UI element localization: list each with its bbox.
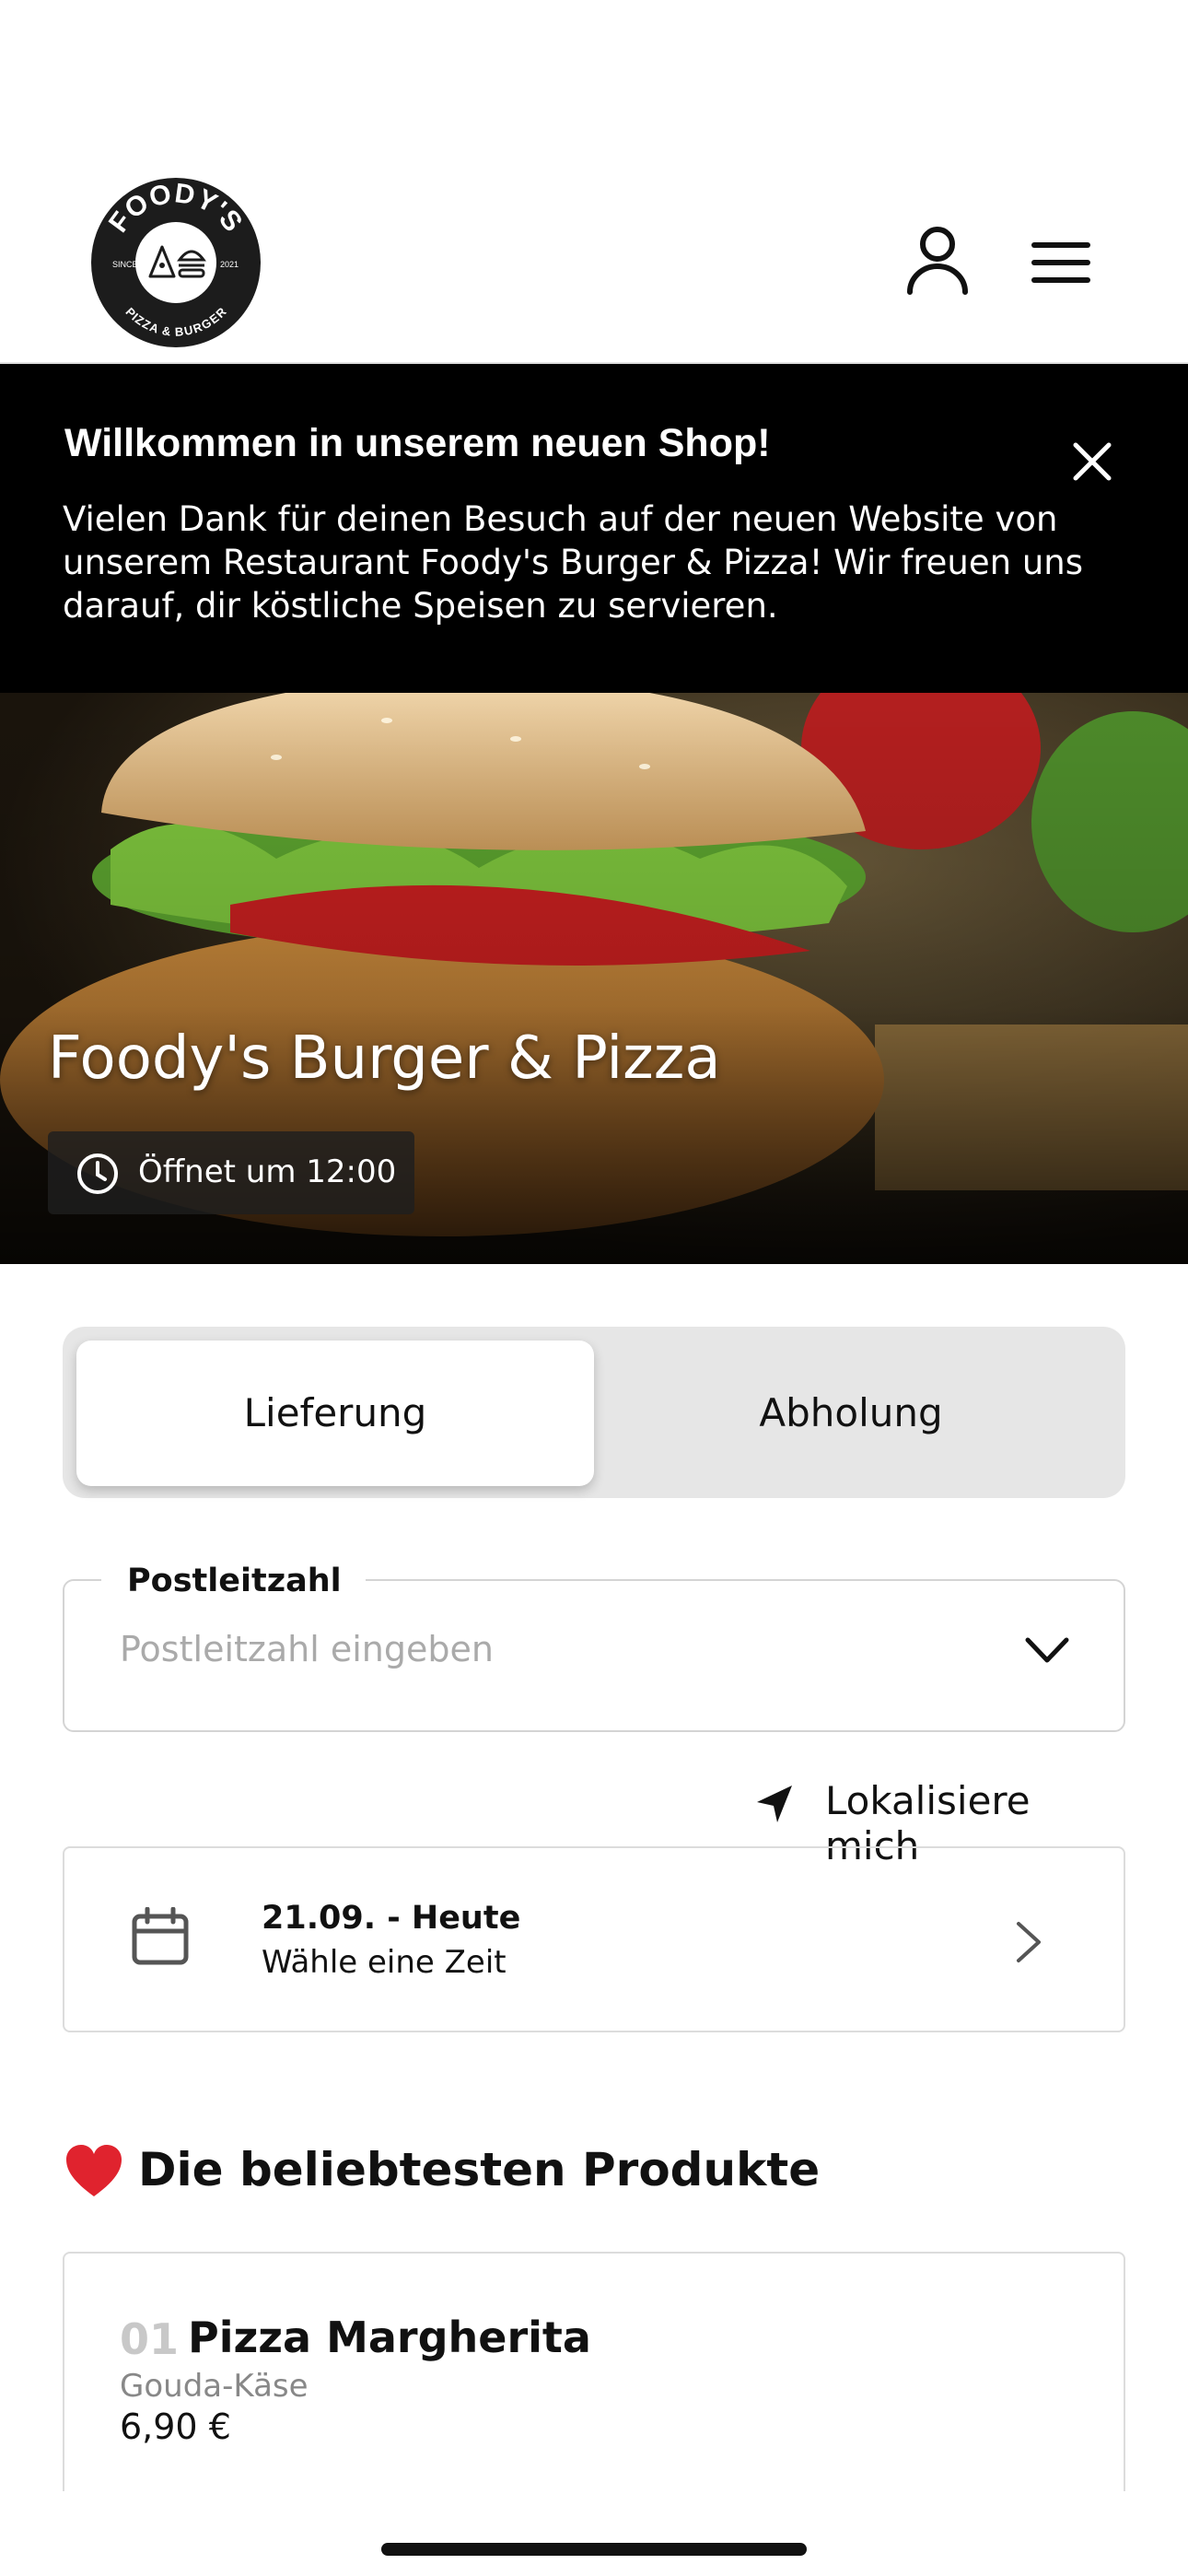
chevron-down-icon[interactable] bbox=[1024, 1636, 1070, 1666]
locate-me-button[interactable]: Lokalisiere mich bbox=[755, 1773, 1125, 1868]
product-price: 6,90 € bbox=[120, 2406, 231, 2447]
clock-icon bbox=[77, 1153, 118, 1194]
logo-since: SINCE bbox=[112, 260, 138, 269]
welcome-banner: Willkommen in unserem neuen Shop! Vielen… bbox=[0, 364, 1188, 693]
product-name: Pizza Margherita bbox=[188, 2313, 591, 2362]
heart-icon bbox=[66, 2145, 122, 2196]
restaurant-name: Foody's Burger & Pizza bbox=[48, 1025, 721, 1093]
popular-products-title: Die beliebtesten Produkte bbox=[138, 2143, 821, 2196]
delivery-tab[interactable]: Lieferung bbox=[76, 1341, 594, 1486]
date-time-picker[interactable]: 21.09. - Heute Wähle eine Zeit bbox=[63, 1846, 1125, 2032]
pickup-tab[interactable]: Abholung bbox=[592, 1341, 1110, 1486]
site-header: FOODY'S PIZZA & BURGER SINCE 2021 bbox=[0, 0, 1188, 364]
logo-year: 2021 bbox=[220, 260, 239, 269]
calendar-icon bbox=[132, 1907, 189, 1965]
product-description: Gouda-Käse bbox=[120, 2368, 309, 2405]
location-arrow-icon bbox=[757, 1786, 792, 1822]
close-icon[interactable] bbox=[1068, 438, 1116, 486]
order-mode-toggle: Lieferung Abholung bbox=[63, 1327, 1125, 1498]
zip-select[interactable]: Postleitzahl bbox=[63, 1563, 1125, 1732]
chevron-right-icon bbox=[1017, 1922, 1041, 1962]
hero-image: Foody's Burger & Pizza Öffnet um 12:00 bbox=[0, 693, 1188, 1264]
banner-text: Vielen Dank für deinen Besuch auf der ne… bbox=[63, 499, 1083, 626]
home-indicator[interactable] bbox=[381, 2543, 807, 2556]
menu-icon[interactable] bbox=[1031, 241, 1090, 284]
user-icon[interactable] bbox=[903, 226, 973, 296]
selected-date: 21.09. - Heute bbox=[262, 1900, 521, 1937]
zip-input[interactable] bbox=[120, 1629, 949, 1669]
opening-hours-text: Öffnet um 12:00 bbox=[138, 1153, 397, 1190]
foodys-logo[interactable]: FOODY'S PIZZA & BURGER SINCE 2021 bbox=[90, 177, 262, 348]
banner-title: Willkommen in unserem neuen Shop! bbox=[64, 421, 771, 465]
zip-label: Postleitzahl bbox=[101, 1563, 366, 1599]
choose-time-label: Wähle eine Zeit bbox=[262, 1944, 507, 1981]
product-rank: 01 bbox=[120, 2314, 180, 2364]
product-card[interactable]: 01 Pizza Margherita Gouda-Käse 6,90 € bbox=[63, 2252, 1125, 2491]
opening-hours-badge: Öffnet um 12:00 bbox=[48, 1131, 414, 1214]
